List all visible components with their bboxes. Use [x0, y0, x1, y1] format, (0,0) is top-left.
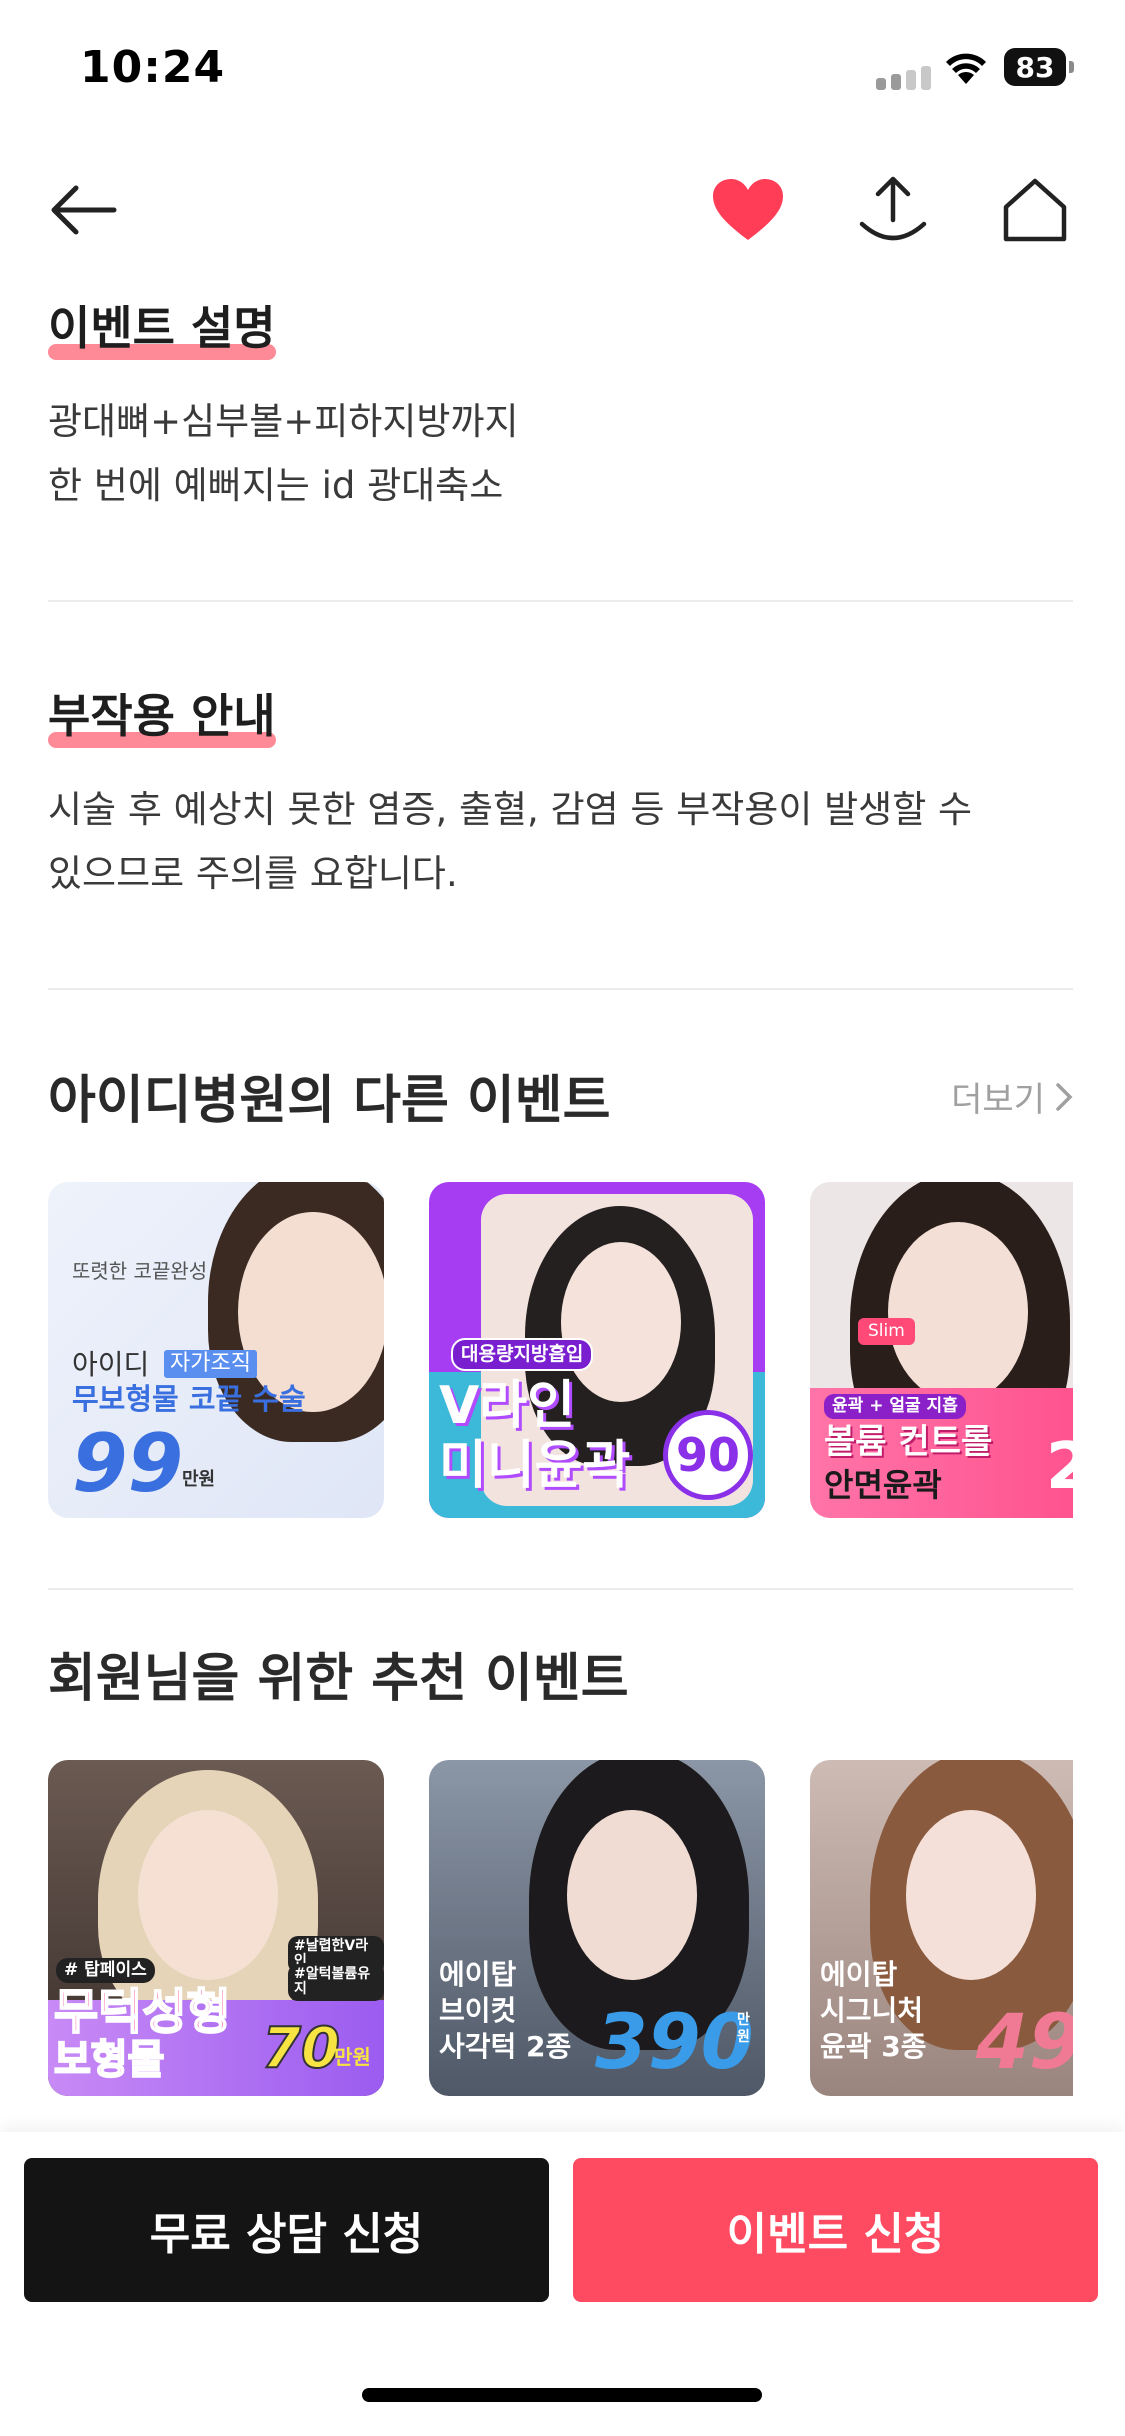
card-title: 안면윤곽 — [824, 1466, 942, 1504]
other-events-carousel[interactable]: 또렷한 코끝완성 아이디 자가조직 무보형물 코끝 수술 99 만원 대용량지방… — [48, 1182, 1073, 1518]
battery-level: 83 — [1015, 50, 1055, 84]
home-icon — [1003, 178, 1067, 242]
event-card[interactable]: 에이탑 시그니처 윤곽 3종 49 — [810, 1760, 1073, 2096]
card-tag: 자가조직 — [164, 1350, 257, 1379]
event-card[interactable]: 에이탑 브이컷 사각턱 2종 390 만원 — [429, 1760, 765, 2096]
card-title: V라인 — [439, 1376, 575, 1436]
card-title: 윤곽 3종 — [820, 2030, 927, 2063]
top-nav-bar — [0, 150, 1125, 260]
side-effects-section: 부작용 안내 시술 후 예상치 못한 염증, 출혈, 감염 등 부작용이 발생할… — [48, 680, 1073, 906]
card-title: 미니윤곽 — [439, 1436, 631, 1496]
card-price-unit: 만원 — [737, 2012, 750, 2045]
card-title: 볼륨 컨트롤 — [824, 1422, 993, 1462]
card-price-unit: 만원 — [182, 1469, 216, 1490]
card-title: 시그니처 — [820, 1994, 924, 2027]
card-title: 에이탑 — [820, 1958, 898, 1991]
event-card[interactable]: # 탑페이스 #날렵한V라인 #알턱볼륨유지 무턱성형 보형물 70 만원 — [48, 1760, 384, 2096]
heart-icon — [713, 179, 783, 240]
event-card[interactable]: 또렷한 코끝완성 아이디 자가조직 무보형물 코끝 수술 99 만원 — [48, 1182, 384, 1518]
cellular-signal-icon — [876, 66, 931, 90]
card-title: 무보형물 코끝 수술 — [72, 1382, 306, 1416]
event-description-title: 이벤트 설명 — [48, 301, 276, 355]
other-events-title: 아이디병원의 다른 이벤트 — [48, 1071, 611, 1131]
home-button[interactable] — [995, 170, 1075, 250]
card-title: 보형물 — [53, 2037, 165, 2083]
home-indicator — [362, 2388, 762, 2402]
divider — [48, 1588, 1073, 1590]
card-title: 사각턱 2종 — [439, 2030, 572, 2063]
side-effects-line: 있으므로 주의를 요합니다. — [48, 852, 458, 895]
card-tag: 대용량지방흡입 — [451, 1338, 594, 1371]
card-price-unit: 만원 — [334, 2045, 371, 2069]
section-title: 이벤트 설명 — [48, 292, 276, 360]
like-button[interactable] — [708, 170, 788, 250]
card-price: 70 — [261, 2016, 341, 2081]
card-title: 무턱성형 — [53, 1984, 232, 2040]
back-arrow-icon — [51, 185, 117, 235]
share-icon — [859, 176, 927, 241]
divider — [48, 988, 1073, 990]
side-effects-line: 시술 후 예상치 못한 염증, 출혈, 감염 등 부작용이 발생할 수 — [48, 788, 973, 831]
status-time: 10:24 — [80, 42, 226, 93]
more-label: 더보기 — [951, 1080, 1045, 1120]
event-card[interactable]: Slim 윤곽 + 얼굴 지흡 볼륨 컨트롤 안면윤곽 20 — [810, 1182, 1073, 1518]
card-tag: # 탑페이스 — [56, 1958, 155, 1983]
recommended-events-title: 회원님을 위한 추천 이벤트 — [48, 1649, 629, 1709]
card-title: 브이컷 — [439, 1994, 517, 2027]
card-image — [138, 1810, 278, 1980]
card-price: 90 — [663, 1410, 753, 1500]
description-line: 한 번에 예뻐지는 id 광대축소 — [48, 464, 504, 507]
card-price: 20 — [1046, 1430, 1073, 1504]
card-image — [888, 1222, 1028, 1402]
card-tag: #알턱볼륨유지 — [288, 1964, 384, 2001]
card-subtitle: 또렷한 코끝완성 — [72, 1259, 208, 1283]
card-price: 99 — [72, 1417, 184, 1510]
recommended-events-carousel[interactable]: # 탑페이스 #날렵한V라인 #알턱볼륨유지 무턱성형 보형물 70 만원 에이… — [48, 1760, 1073, 2096]
card-image — [561, 1242, 681, 1402]
more-link[interactable]: 더보기 — [951, 1072, 1073, 1121]
back-button[interactable] — [42, 170, 122, 250]
divider — [48, 600, 1073, 602]
free-consult-button[interactable]: 무료 상담 신청 — [24, 2158, 549, 2302]
card-image — [906, 1810, 1036, 1980]
card-badge: Slim — [858, 1318, 915, 1345]
card-title: 에이탑 — [439, 1958, 517, 1991]
card-line: 아이디 — [72, 1348, 150, 1381]
event-apply-button[interactable]: 이벤트 신청 — [573, 2158, 1098, 2302]
event-description-text: 광대뼈+심부볼+피하지방까지 한 번에 예뻐지는 id 광대축소 — [48, 390, 1073, 518]
card-tag: 윤곽 + 얼굴 지흡 — [824, 1394, 966, 1419]
side-effects-title: 부작용 안내 — [48, 689, 276, 743]
event-card[interactable]: 대용량지방흡입 V라인 미니윤곽 90 — [429, 1182, 765, 1518]
side-effects-text: 시술 후 예상치 못한 염증, 출혈, 감염 등 부작용이 발생할 수 있으므로… — [48, 778, 1073, 906]
card-price: 49 — [976, 1997, 1073, 2086]
card-price: 390 — [595, 1997, 754, 2086]
description-line: 광대뼈+심부볼+피하지방까지 — [48, 400, 519, 443]
card-image — [567, 1810, 697, 1980]
section-title: 부작용 안내 — [48, 680, 276, 748]
wifi-icon — [946, 53, 986, 84]
event-description-section: 이벤트 설명 광대뼈+심부볼+피하지방까지 한 번에 예뻐지는 id 광대축소 — [48, 292, 1073, 518]
share-button[interactable] — [853, 170, 933, 250]
status-bar: 10:24 83 — [0, 0, 1125, 140]
battery-icon: 83 — [1004, 48, 1074, 86]
chevron-right-icon — [1056, 1082, 1073, 1111]
